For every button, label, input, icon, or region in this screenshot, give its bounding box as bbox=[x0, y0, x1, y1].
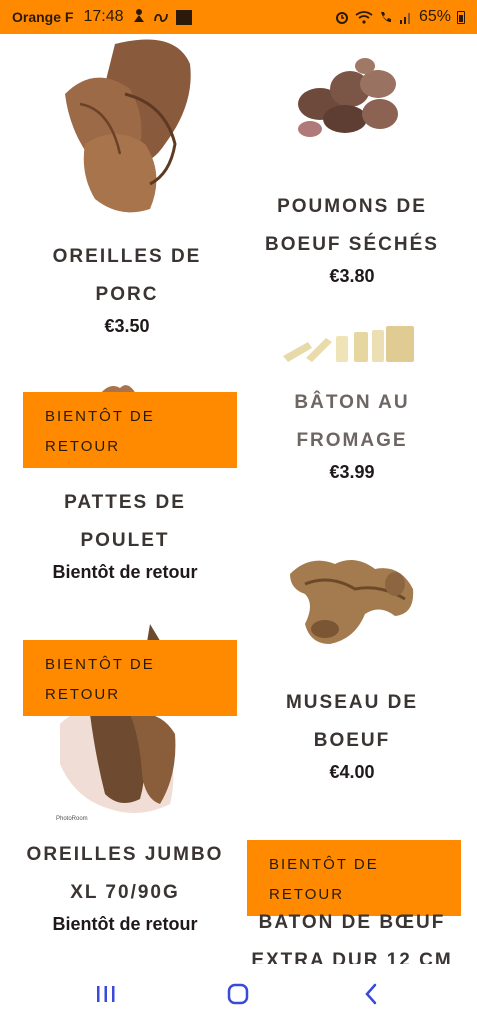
product-name[interactable]: OREILLES DE PORC bbox=[12, 238, 242, 314]
product-name[interactable]: OREILLES JUMBO XL 70/90G bbox=[10, 836, 240, 912]
alarm-icon bbox=[335, 12, 348, 24]
product-card-oreilles-jumbo[interactable]: OREILLES JUMBO XL 70/90G Bientôt de retou… bbox=[10, 836, 240, 935]
product-card-pattes-de-poulet[interactable]: PATTES DE POULET Bientôt de retour bbox=[10, 484, 240, 583]
out-of-stock-badge: BIENTÔT DE RETOUR bbox=[23, 640, 237, 716]
stock-status: Bientôt de retour bbox=[52, 562, 198, 582]
app-icon bbox=[175, 9, 192, 25]
home-button[interactable] bbox=[208, 969, 268, 1019]
recent-apps-icon bbox=[97, 986, 115, 1002]
product-name[interactable]: BÂTON AU FROMAGE bbox=[237, 384, 467, 460]
product-card-museau-de-boeuf[interactable]: MUSEAU DE BOEUF €4.00 bbox=[237, 684, 467, 783]
product-price: €3.50 bbox=[104, 316, 150, 336]
product-name[interactable]: BATON DE BŒUF EXTRA DUR 12 CM bbox=[237, 904, 467, 964]
product-name[interactable]: PATTES DE POULET bbox=[10, 484, 240, 560]
status-bar: Orange F 17:48 65% bbox=[0, 0, 477, 34]
system-icons: 65% bbox=[335, 8, 465, 26]
back-icon bbox=[365, 983, 377, 1005]
back-button[interactable] bbox=[341, 969, 401, 1019]
notification-icons bbox=[132, 8, 192, 27]
home-icon bbox=[228, 983, 249, 1005]
product-price: €3.80 bbox=[329, 266, 375, 286]
signal-icon bbox=[399, 13, 410, 24]
product-name[interactable]: MUSEAU DE BOEUF bbox=[237, 684, 467, 760]
product-image-baton-au-fromage[interactable] bbox=[278, 324, 418, 364]
link-icon bbox=[153, 13, 168, 22]
system-nav-bar bbox=[0, 964, 477, 1024]
product-card-baton-de-boeuf[interactable]: BATON DE BŒUF EXTRA DUR 12 CM bbox=[237, 904, 467, 964]
out-of-stock-badge: BIENTÔT DE RETOUR bbox=[23, 392, 237, 468]
phone-icon bbox=[380, 12, 391, 22]
svg-text:PhotoRoom: PhotoRoom bbox=[56, 816, 88, 822]
product-image-oreilles-de-porc[interactable] bbox=[55, 34, 205, 214]
product-price: €4.00 bbox=[329, 762, 375, 782]
product-name[interactable]: POUMONS DE BOEUF SÉCHÉS bbox=[237, 188, 467, 264]
recent-apps-button[interactable] bbox=[76, 969, 136, 1019]
product-image-poumons-de-boeuf[interactable] bbox=[290, 54, 410, 144]
product-grid: OREILLES DE PORC €3.50 POUMONS DE BOEUF SÉ… bbox=[0, 34, 477, 964]
notification-icon bbox=[133, 8, 144, 22]
product-card-baton-au-fromage[interactable]: BÂTON AU FROMAGE €3.99 bbox=[237, 384, 467, 483]
wifi-call-icon bbox=[355, 11, 373, 24]
battery-percent: 65% bbox=[418, 8, 451, 25]
carrier-name: Orange F bbox=[12, 9, 74, 25]
clock: 17:48 bbox=[83, 8, 124, 25]
product-image-museau-de-boeuf[interactable] bbox=[285, 544, 420, 654]
battery-icon bbox=[457, 10, 465, 24]
product-price: €3.99 bbox=[329, 462, 375, 482]
product-card-poumons-de-boeuf[interactable]: POUMONS DE BOEUF SÉCHÉS €3.80 bbox=[237, 188, 467, 287]
product-card-oreilles-de-porc[interactable]: OREILLES DE PORC €3.50 bbox=[12, 238, 242, 337]
stock-status: Bientôt de retour bbox=[52, 914, 198, 934]
